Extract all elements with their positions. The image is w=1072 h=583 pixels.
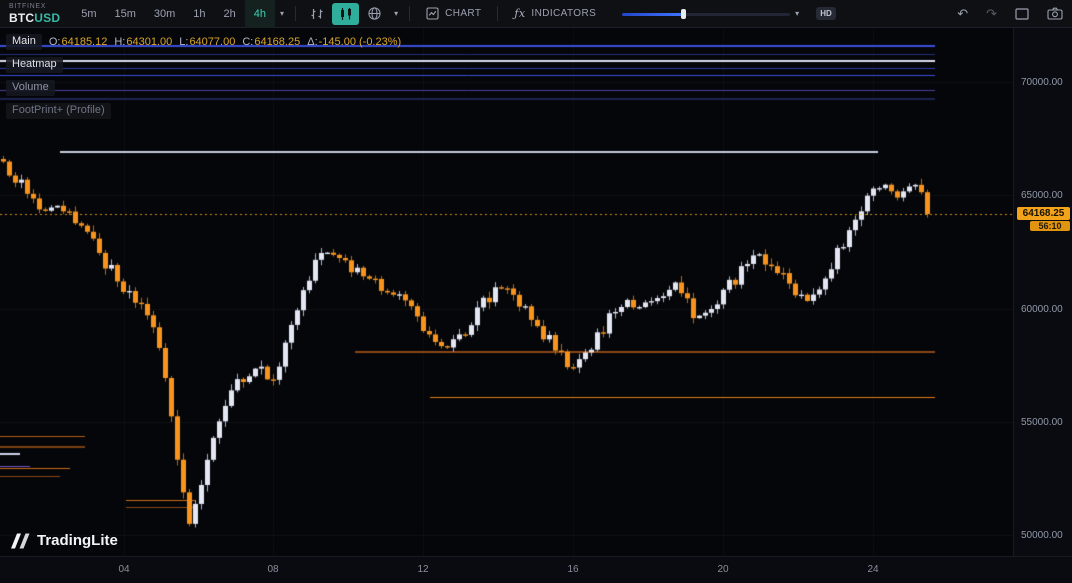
indicator-row-footprint: FootPrint+ (Profile)	[6, 103, 111, 119]
tradinglite-app: BITFINEX BTCUSD 5m15m30m1h2h4h ▾	[0, 0, 1072, 583]
main-indicator-label: Main	[12, 35, 36, 47]
timeframe-2h[interactable]: 2h	[215, 0, 245, 28]
close-label: C:	[242, 36, 253, 49]
price-axis[interactable]: 64168.25 56:10 70000.00 65000.00 60000.00 5…	[1013, 28, 1072, 556]
candlestick-icon	[339, 7, 353, 21]
toolbar-divider	[409, 6, 410, 21]
low-label: L:	[179, 36, 188, 49]
timeframe-30m[interactable]: 30m	[145, 0, 184, 28]
low-value: 64077.00	[189, 36, 235, 49]
time-axis-label: 20	[717, 564, 728, 575]
price-axis-label: 50000.00	[1021, 530, 1063, 541]
price-axis-label: 55000.00	[1021, 417, 1063, 428]
indicators-button[interactable]: ƒx INDICATORS	[504, 0, 606, 28]
timeframe-4h[interactable]: 4h	[245, 0, 275, 28]
redo-button[interactable]: ↷	[977, 6, 1006, 22]
indicator-row-heatmap: Heatmap	[6, 57, 63, 73]
chart-style-bars-button[interactable]	[303, 3, 330, 25]
timeframe-dropdown-caret[interactable]: ▾	[275, 0, 289, 28]
fullscreen-button[interactable]	[1006, 8, 1038, 20]
open-label: O:	[49, 36, 61, 49]
heatmap-indicator-label: Heatmap	[12, 58, 57, 70]
function-icon: ƒx	[514, 7, 525, 20]
slider-fill	[622, 13, 682, 16]
open-value: 64185.12	[61, 36, 107, 49]
main-indicator-pill[interactable]: Main	[6, 34, 42, 50]
heatmap-indicator-pill[interactable]: Heatmap	[6, 57, 63, 73]
volume-indicator-pill[interactable]: Volume	[6, 80, 55, 96]
slider-dropdown-caret[interactable]: ▾	[790, 0, 804, 28]
globe-icon	[367, 6, 382, 21]
timeframe-15m[interactable]: 15m	[105, 0, 144, 28]
heatmap-intensity-slider[interactable]	[622, 8, 790, 20]
chart-button[interactable]: CHART	[416, 0, 491, 28]
exchange-name: BITFINEX	[9, 3, 60, 10]
time-axis-label: 16	[567, 564, 578, 575]
volume-indicator-label: Volume	[12, 81, 49, 93]
toolbar-divider	[295, 6, 296, 21]
indicator-row-volume: Volume	[6, 80, 55, 96]
footprint-indicator-pill[interactable]: FootPrint+ (Profile)	[6, 103, 111, 119]
watermark: TradingLite	[9, 532, 118, 549]
timeframe-5m[interactable]: 5m	[72, 0, 105, 28]
chart-area[interactable]: Main O:64185.12 H:64301.00 L:64077.00 C:…	[0, 28, 1013, 556]
delta-label: Δ:	[307, 36, 317, 49]
main-area: Main O:64185.12 H:64301.00 L:64077.00 C:…	[0, 28, 1072, 556]
chart-button-label: CHART	[445, 8, 481, 19]
current-price-badge: 64168.25	[1017, 207, 1070, 220]
chart-style-candles-button[interactable]	[332, 3, 359, 25]
high-label: H:	[114, 36, 125, 49]
time-axis-label: 12	[417, 564, 428, 575]
timeframe-group: 5m15m30m1h2h4h	[72, 0, 275, 28]
top-toolbar: BITFINEX BTCUSD 5m15m30m1h2h4h ▾	[0, 0, 1072, 28]
watermark-text: TradingLite	[37, 532, 118, 549]
camera-icon	[1047, 7, 1063, 20]
high-value: 64301.00	[126, 36, 172, 49]
slider-handle[interactable]	[681, 9, 686, 19]
symbol-quote: USD	[34, 11, 60, 25]
price-axis-label: 65000.00	[1021, 190, 1063, 201]
screenshot-button[interactable]	[1038, 7, 1072, 20]
chart-panel-icon	[426, 7, 439, 20]
indicator-legend: Main O:64185.12 H:64301.00 L:64077.00 C:…	[6, 34, 401, 119]
hd-badge[interactable]: HD	[816, 7, 836, 20]
close-value: 64168.25	[254, 36, 300, 49]
time-axis[interactable]: 04 08 12 16 20 24	[0, 556, 1072, 583]
candle-countdown-badge: 56:10	[1030, 221, 1070, 231]
indicator-row-main: Main O:64185.12 H:64301.00 L:64077.00 C:…	[6, 34, 401, 50]
symbol-pair: BTCUSD	[9, 12, 60, 24]
globe-dropdown-caret[interactable]: ▾	[389, 0, 403, 28]
tradinglite-logo-icon	[9, 533, 30, 549]
symbol-selector[interactable]: BITFINEX BTCUSD	[0, 3, 72, 24]
delta-value: -145.00 (-0.23%)	[319, 36, 402, 49]
footprint-indicator-label: FootPrint+ (Profile)	[12, 104, 105, 116]
undo-button[interactable]: ↶	[948, 6, 977, 22]
symbol-base: BTC	[9, 11, 34, 25]
toolbar-divider	[497, 6, 498, 21]
time-axis-label: 04	[118, 564, 129, 575]
time-axis-label: 08	[267, 564, 278, 575]
price-axis-label: 60000.00	[1021, 304, 1063, 315]
window-frame-icon	[1015, 8, 1029, 20]
price-axis-label: 70000.00	[1021, 77, 1063, 88]
indicators-button-label: INDICATORS	[531, 8, 596, 19]
ohlc-bars-icon	[310, 7, 324, 21]
timeframe-1h[interactable]: 1h	[184, 0, 214, 28]
layers-globe-button[interactable]	[361, 3, 388, 25]
time-axis-label: 24	[867, 564, 878, 575]
